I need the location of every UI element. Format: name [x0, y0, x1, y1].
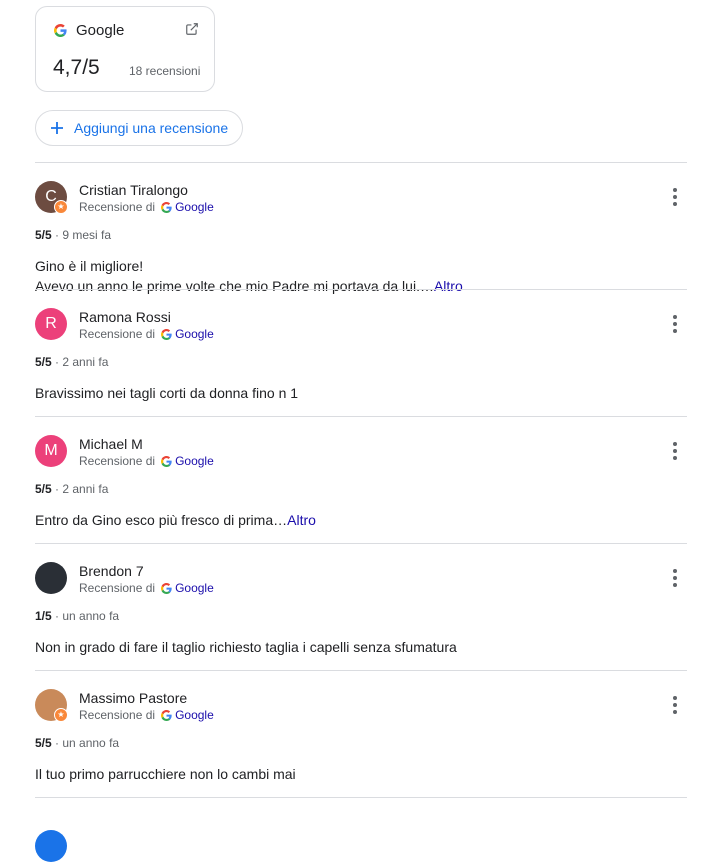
source-name[interactable]: Google	[175, 581, 214, 595]
review-meta: 1/5 · un anno fa	[35, 609, 119, 623]
review-text-content: Il tuo primo parrucchiere non lo cambi m…	[35, 766, 296, 782]
source-prefix: Recensione di	[79, 327, 156, 341]
review-meta: 5/5 · un anno fa	[35, 736, 119, 750]
review-text-content: Entro da Gino esco più fresco di prima…	[35, 512, 288, 528]
review-meta: 5/5 · 9 mesi fa	[35, 228, 111, 242]
review-source: Recensione di Google	[79, 327, 214, 341]
google-rating-card: Google 4,7/5 18 recensioni	[35, 6, 215, 92]
more-options-icon[interactable]	[669, 188, 681, 206]
google-logo-icon	[161, 709, 172, 721]
review-score: 5/5	[35, 482, 52, 496]
review-text-content: Bravissimo nei tagli corti da donna fino…	[35, 385, 299, 401]
source-prefix: Recensione di	[79, 454, 156, 468]
reviewer-name[interactable]: Cristian Tiralongo	[79, 182, 188, 198]
review-count: 18 recensioni	[129, 64, 201, 78]
avatar	[35, 830, 67, 862]
review-time: · un anno fa	[51, 609, 120, 623]
reviewer-name[interactable]: Massimo Pastore	[79, 690, 187, 706]
local-guide-badge-icon: ★	[54, 708, 68, 722]
plus-icon	[50, 121, 64, 135]
review-source: Recensione di Google	[79, 581, 214, 595]
review-text-line: Gino è il migliore!	[35, 256, 463, 276]
google-logo-icon	[161, 201, 172, 213]
review-time: · 9 mesi fa	[51, 228, 112, 242]
review-item: M Michael M Recensione di Google 5/5 · 2…	[35, 416, 687, 543]
avatar[interactable]: M	[35, 435, 67, 467]
review-item: ★ Massimo Pastore Recensione di Google 5…	[35, 670, 687, 797]
source-prefix: Recensione di	[79, 581, 156, 595]
review-text-line: Bravissimo nei tagli corti da donna fino…	[35, 383, 298, 403]
source-name[interactable]: Google	[175, 454, 214, 468]
source-prefix: Recensione di	[79, 200, 156, 214]
review-time: · 2 anni fa	[51, 355, 109, 369]
add-review-label: Aggiungi una recensione	[74, 120, 229, 136]
google-logo-icon	[161, 455, 172, 467]
divider	[35, 797, 687, 798]
review-text-line: Non in grado di fare il taglio richiesto…	[35, 637, 457, 657]
review-item: Brendon 7 Recensione di Google 1/5 · un …	[35, 543, 687, 670]
review-text-content: Non in grado di fare il taglio richiesto…	[35, 639, 457, 655]
review-time: · 2 anni fa	[51, 482, 109, 496]
more-options-icon[interactable]	[669, 569, 681, 587]
review-source: Recensione di Google	[79, 200, 214, 214]
review-source: Recensione di Google	[79, 454, 214, 468]
review-item: C ★ Cristian Tiralongo Recensione di Goo…	[35, 162, 687, 294]
review-text: Il tuo primo parrucchiere non lo cambi m…	[35, 764, 296, 784]
review-score: 5/5	[35, 736, 52, 750]
review-text-line: Entro da Gino esco più fresco di prima…A…	[35, 510, 316, 530]
local-guide-badge-icon: ★	[54, 200, 68, 214]
review-source: Recensione di Google	[79, 708, 214, 722]
review-item: R Ramona Rossi Recensione di Google 5/5 …	[35, 289, 687, 416]
review-meta: 5/5 · 2 anni fa	[35, 355, 108, 369]
reviewer-name[interactable]: Michael M	[79, 436, 143, 452]
source-name[interactable]: Google	[175, 327, 214, 341]
review-score: 1/5	[35, 609, 52, 623]
average-rating: 4,7/5	[53, 56, 100, 79]
source-prefix: Recensione di	[79, 708, 156, 722]
review-text: Entro da Gino esco più fresco di prima…A…	[35, 510, 316, 530]
card-brand-label: Google	[76, 22, 125, 39]
review-text-content: Gino è il migliore!	[35, 258, 144, 274]
open-external-icon[interactable]	[185, 22, 199, 41]
review-time: · un anno fa	[51, 736, 120, 750]
review-score: 5/5	[35, 228, 52, 242]
more-options-icon[interactable]	[669, 315, 681, 333]
source-name[interactable]: Google	[175, 708, 214, 722]
google-logo-icon	[161, 328, 172, 340]
review-score: 5/5	[35, 355, 52, 369]
review-text: Non in grado di fare il taglio richiesto…	[35, 637, 457, 657]
google-logo-icon	[161, 582, 172, 594]
read-more-link[interactable]: Altro	[287, 512, 316, 528]
review-text: Bravissimo nei tagli corti da donna fino…	[35, 383, 298, 403]
more-options-icon[interactable]	[669, 696, 681, 714]
avatar[interactable]: R	[35, 308, 67, 340]
more-options-icon[interactable]	[669, 442, 681, 460]
reviewer-name[interactable]: Ramona Rossi	[79, 309, 171, 325]
review-text-line: Il tuo primo parrucchiere non lo cambi m…	[35, 764, 296, 784]
source-name[interactable]: Google	[175, 200, 214, 214]
google-logo-icon	[54, 24, 67, 42]
add-review-button[interactable]: Aggiungi una recensione	[35, 110, 243, 146]
reviewer-name[interactable]: Brendon 7	[79, 563, 144, 579]
review-meta: 5/5 · 2 anni fa	[35, 482, 108, 496]
review-list: C ★ Cristian Tiralongo Recensione di Goo…	[35, 162, 687, 798]
avatar[interactable]	[35, 562, 67, 594]
